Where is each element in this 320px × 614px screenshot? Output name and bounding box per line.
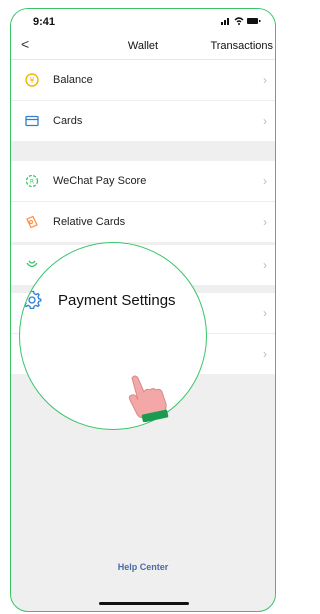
chevron-right-icon: ›: [263, 347, 267, 361]
chevron-right-icon: ›: [263, 215, 267, 229]
help-center-link[interactable]: Help Center: [11, 562, 275, 572]
list-item-label: Relative Cards: [53, 216, 126, 228]
svg-text:¥: ¥: [29, 76, 34, 85]
chevron-right-icon: ›: [263, 258, 267, 272]
wallet-group-1: ¥ Balance › Cards ›: [11, 60, 275, 141]
pay-score-icon: R: [25, 174, 39, 188]
chevron-right-icon: ›: [263, 174, 267, 188]
payment-settings-label[interactable]: Payment Settings: [58, 292, 176, 309]
magnifier-circle: Payment Settings: [19, 242, 207, 430]
list-item-cards[interactable]: Cards ›: [11, 101, 275, 141]
wifi-icon: [234, 17, 244, 25]
chevron-right-icon: ›: [263, 73, 267, 87]
wallet-group-2: R WeChat Pay Score › Relative Cards ›: [11, 161, 275, 242]
cards-icon: [25, 115, 39, 127]
list-item-label: WeChat Pay Score: [53, 175, 147, 187]
status-bar: 9:41: [11, 9, 275, 33]
svg-text:R: R: [30, 179, 34, 186]
balance-icon: ¥: [25, 73, 39, 87]
list-item-pay-score[interactable]: R WeChat Pay Score ›: [11, 161, 275, 202]
list-item-label: Balance: [53, 74, 93, 86]
nav-bar: < Wallet Transactions: [11, 33, 275, 60]
relative-cards-icon: [26, 215, 38, 229]
status-icons: [221, 17, 261, 25]
gift-icon: [26, 260, 38, 268]
battery-icon: [247, 18, 261, 24]
signal-icon: [221, 18, 229, 25]
list-item-balance[interactable]: ¥ Balance ›: [11, 60, 275, 101]
pointer-hand-icon: [128, 375, 169, 422]
status-time: 9:41: [33, 16, 56, 28]
transactions-link[interactable]: Transactions: [210, 40, 273, 52]
home-indicator: [99, 602, 189, 605]
gear-icon: [22, 290, 42, 309]
list-item-relative-cards[interactable]: Relative Cards ›: [11, 202, 275, 242]
list-item-label: Cards: [53, 115, 83, 127]
chevron-right-icon: ›: [263, 114, 267, 128]
chevron-right-icon: ›: [263, 306, 267, 320]
